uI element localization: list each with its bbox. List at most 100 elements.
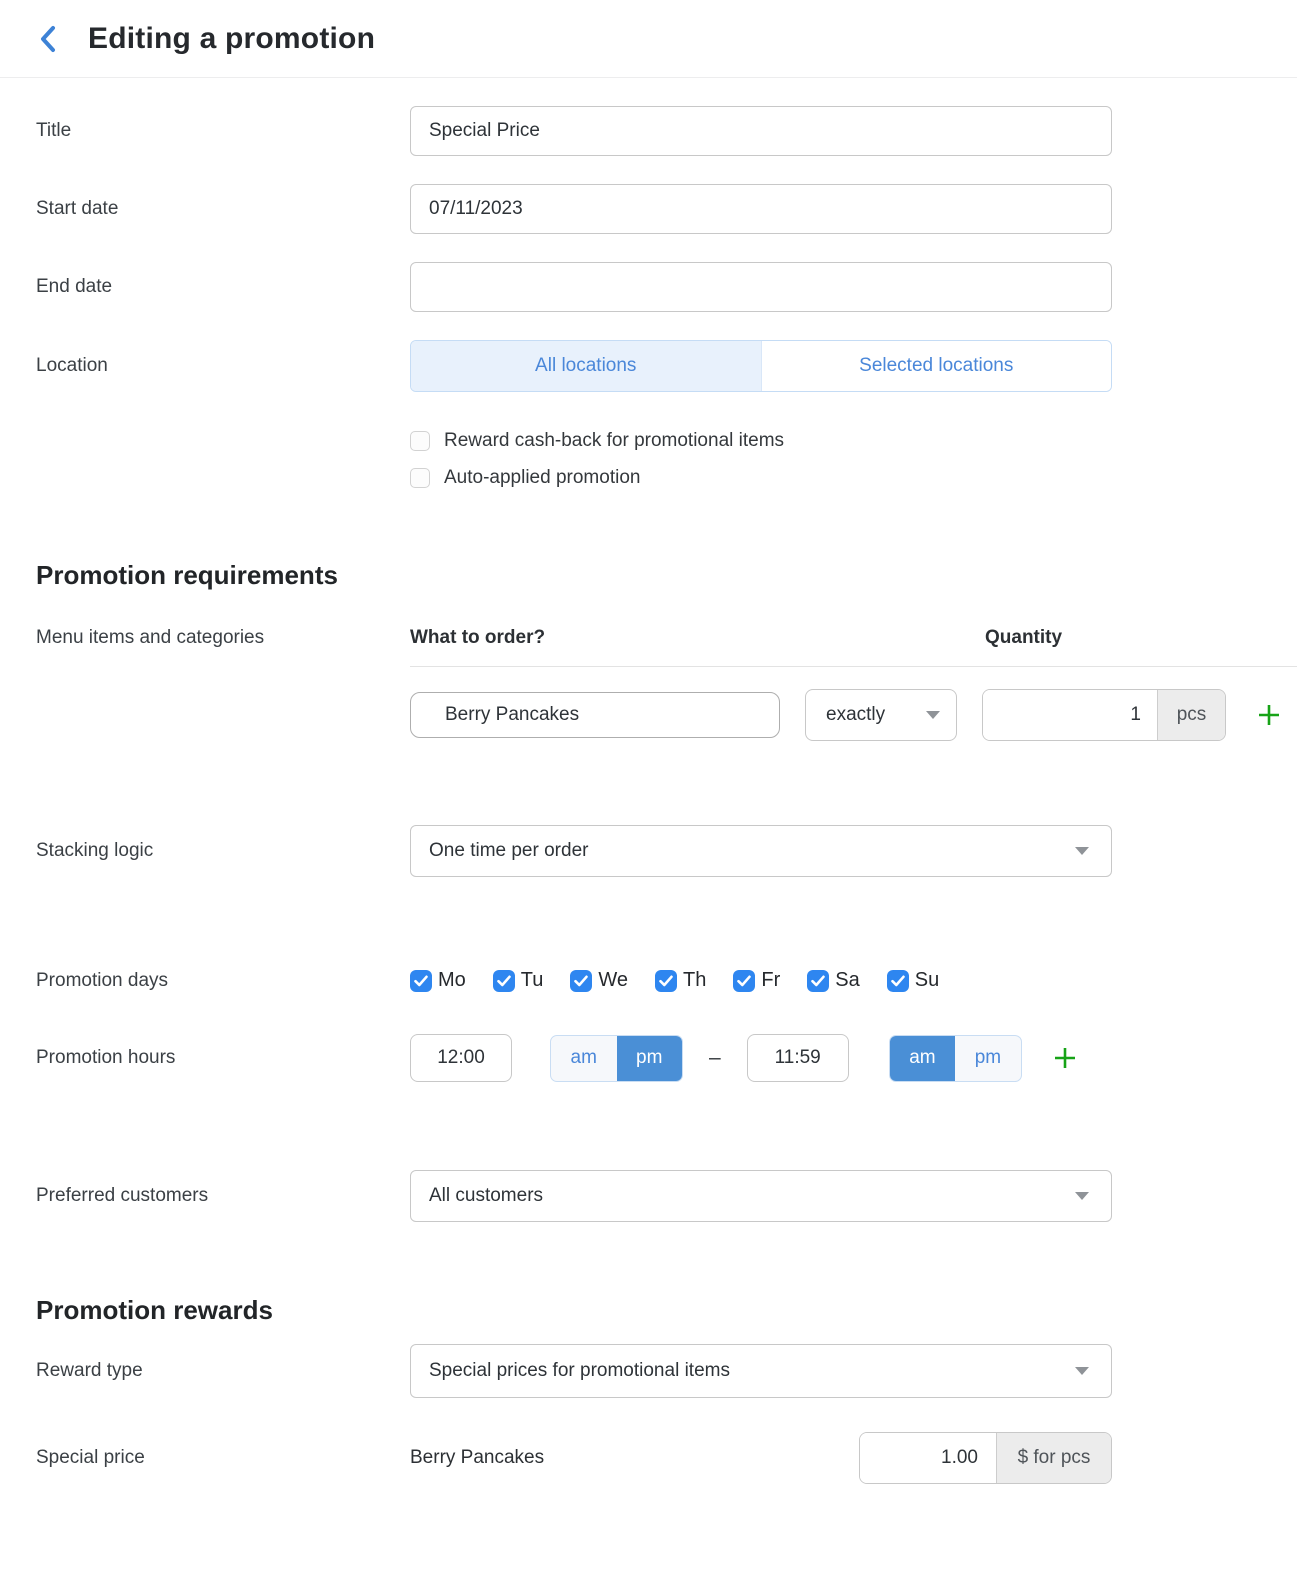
requirements-heading: Promotion requirements xyxy=(36,559,1297,591)
promotion-days-label: Promotion days xyxy=(0,970,410,992)
auto-applied-checkbox[interactable] xyxy=(410,468,430,488)
reward-type-select[interactable]: Special prices for promotional items xyxy=(410,1344,1112,1398)
reward-type-label: Reward type xyxy=(0,1360,410,1382)
location-label: Location xyxy=(0,355,410,377)
auto-applied-label: Auto-applied promotion xyxy=(444,467,640,489)
what-to-order-header: What to order? xyxy=(410,627,985,649)
day-checkbox-th[interactable]: Th xyxy=(655,969,706,992)
checkbox-checked-icon xyxy=(887,970,909,992)
location-toggle: All locations Selected locations xyxy=(410,340,1112,392)
day-label: Sa xyxy=(835,969,859,992)
special-price-group: $ for pcs xyxy=(859,1432,1112,1484)
checkbox-checked-icon xyxy=(655,970,677,992)
preferred-customers-select[interactable]: All customers xyxy=(410,1170,1112,1222)
editing-promotion-page: Editing a promotion Title Start date End… xyxy=(0,0,1297,1575)
preferred-customers-value: All customers xyxy=(429,1185,543,1207)
day-label: Th xyxy=(683,969,706,992)
title-input[interactable] xyxy=(410,106,1112,156)
plus-icon xyxy=(1256,702,1282,728)
day-label: Su xyxy=(915,969,939,992)
reward-cashback-label: Reward cash-back for promotional items xyxy=(444,430,784,452)
day-label: We xyxy=(598,969,628,992)
end-date-row: End date xyxy=(0,262,1297,312)
comparator-select[interactable]: exactly xyxy=(805,689,957,741)
from-meridiem-toggle: am pm xyxy=(550,1035,683,1082)
stacking-logic-select[interactable]: One time per order xyxy=(410,825,1112,877)
menu-item-input[interactable] xyxy=(410,692,780,738)
stacking-logic-row: Stacking logic One time per order xyxy=(0,825,1297,877)
from-pm-option[interactable]: pm xyxy=(617,1036,683,1081)
time-range-separator: – xyxy=(709,1046,721,1070)
page-title: Editing a promotion xyxy=(88,22,375,56)
reward-cashback-checkbox[interactable] xyxy=(410,431,430,451)
end-date-label: End date xyxy=(0,276,410,298)
day-label: Fr xyxy=(761,969,780,992)
special-price-row: Special price Berry Pancakes $ for pcs xyxy=(0,1432,1297,1484)
quantity-input[interactable] xyxy=(983,690,1157,740)
rewards-heading: Promotion rewards xyxy=(36,1294,1297,1326)
add-item-button[interactable] xyxy=(1256,702,1282,728)
requirements-table-header: What to order? Quantity xyxy=(410,627,1297,666)
special-price-item-name: Berry Pancakes xyxy=(410,1447,544,1469)
comparator-value: exactly xyxy=(826,704,885,726)
to-time-input[interactable] xyxy=(747,1034,849,1082)
special-price-input[interactable] xyxy=(860,1433,996,1483)
add-hours-button[interactable] xyxy=(1052,1045,1078,1071)
day-label: Mo xyxy=(438,969,466,992)
requirement-item-row: exactly pcs xyxy=(410,689,1297,741)
preferred-customers-row: Preferred customers All customers xyxy=(0,1170,1297,1222)
title-label: Title xyxy=(0,120,410,142)
chevron-down-icon xyxy=(1075,847,1089,855)
chevron-left-icon xyxy=(38,24,58,54)
promotion-hours-label: Promotion hours xyxy=(0,1047,410,1069)
from-am-option[interactable]: am xyxy=(551,1036,617,1081)
start-date-input[interactable] xyxy=(410,184,1112,234)
stacking-logic-label: Stacking logic xyxy=(0,840,410,862)
start-date-label: Start date xyxy=(0,198,410,220)
day-checkbox-fr[interactable]: Fr xyxy=(733,969,780,992)
promotion-days-row: Promotion days Mo Tu We xyxy=(0,969,1297,992)
day-checkbox-mo[interactable]: Mo xyxy=(410,969,466,992)
day-checkbox-group: Mo Tu We Th xyxy=(410,969,1112,992)
stacking-logic-value: One time per order xyxy=(429,840,588,862)
plus-icon xyxy=(1052,1045,1078,1071)
from-time-input[interactable] xyxy=(410,1034,512,1082)
day-checkbox-we[interactable]: We xyxy=(570,969,628,992)
reward-cashback-checkbox-row[interactable]: Reward cash-back for promotional items xyxy=(410,430,1297,452)
day-checkbox-tu[interactable]: Tu xyxy=(493,969,544,992)
promotion-hours-row: Promotion hours am pm – am pm xyxy=(0,1034,1297,1082)
chevron-down-icon xyxy=(1075,1367,1089,1375)
quantity-header: Quantity xyxy=(985,627,1062,649)
preferred-customers-label: Preferred customers xyxy=(0,1185,410,1207)
to-pm-option[interactable]: pm xyxy=(955,1036,1021,1081)
start-date-row: Start date xyxy=(0,184,1297,234)
to-am-option[interactable]: am xyxy=(890,1036,956,1081)
table-divider xyxy=(410,666,1297,667)
menu-items-label: Menu items and categories xyxy=(0,627,410,649)
special-price-unit: $ for pcs xyxy=(996,1433,1111,1483)
selected-locations-tab[interactable]: Selected locations xyxy=(761,341,1112,391)
checkbox-checked-icon xyxy=(807,970,829,992)
end-date-input[interactable] xyxy=(410,262,1112,312)
special-price-label: Special price xyxy=(0,1447,410,1469)
all-locations-tab[interactable]: All locations xyxy=(411,341,761,391)
chevron-down-icon xyxy=(926,711,940,719)
day-checkbox-sa[interactable]: Sa xyxy=(807,969,859,992)
quantity-unit: pcs xyxy=(1157,690,1225,740)
quantity-group: pcs xyxy=(982,689,1226,741)
promotion-form: Title Start date End date Location All xyxy=(0,78,1297,1484)
checkbox-checked-icon xyxy=(493,970,515,992)
checkbox-checked-icon xyxy=(733,970,755,992)
page-header: Editing a promotion xyxy=(0,0,1297,78)
checkbox-checked-icon xyxy=(410,970,432,992)
auto-applied-checkbox-row[interactable]: Auto-applied promotion xyxy=(410,467,1297,489)
promotion-options: Reward cash-back for promotional items A… xyxy=(410,430,1297,489)
title-row: Title xyxy=(0,106,1297,156)
hours-controls: am pm – am pm xyxy=(410,1034,1112,1082)
reward-type-row: Reward type Special prices for promotion… xyxy=(0,1344,1297,1398)
to-meridiem-toggle: am pm xyxy=(889,1035,1022,1082)
location-row: Location All locations Selected location… xyxy=(0,340,1297,392)
checkbox-checked-icon xyxy=(570,970,592,992)
back-button[interactable] xyxy=(38,24,58,54)
day-checkbox-su[interactable]: Su xyxy=(887,969,939,992)
